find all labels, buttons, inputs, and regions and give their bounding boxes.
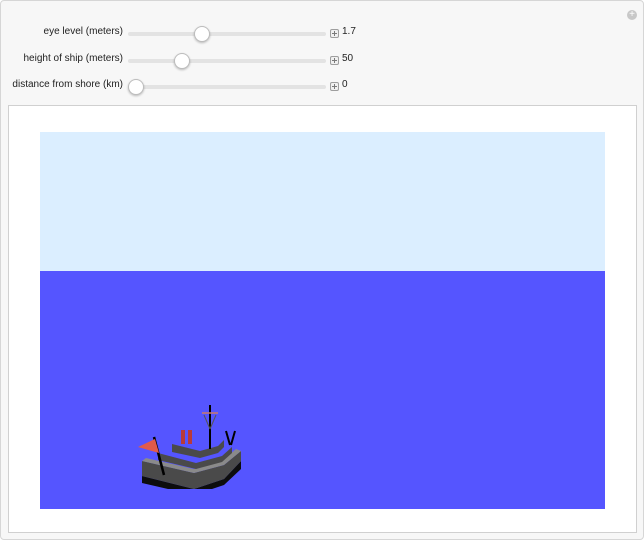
distance-slider[interactable] <box>128 77 326 97</box>
control-distance: distance from shore (km) 0 <box>1 77 401 97</box>
slider-thumb[interactable] <box>193 26 210 42</box>
ship-height-value: 50 <box>342 53 354 64</box>
control-eye-level: eye level (meters) 1.7 <box>1 24 401 44</box>
demonstration-panel: + eye level (meters) 1.7 height of ship … <box>0 0 644 540</box>
eye-level-value: 1.7 <box>342 26 356 37</box>
eye-level-slider[interactable] <box>128 24 326 44</box>
expand-plus-icon[interactable] <box>330 56 339 65</box>
slider-track <box>128 85 326 89</box>
ship-height-label: height of ship (meters) <box>23 53 124 64</box>
expand-plus-icon[interactable] <box>330 29 339 38</box>
ship-tier-upper <box>172 440 224 458</box>
slider-thumb[interactable] <box>128 79 144 95</box>
distance-label: distance from shore (km) <box>12 79 123 90</box>
funnel <box>188 430 192 444</box>
scene-view <box>8 105 637 533</box>
distance-value: 0 <box>342 79 348 90</box>
ship-icon <box>138 405 241 489</box>
ship-pole <box>230 430 236 446</box>
scene-canvas <box>40 132 605 509</box>
sea <box>40 271 605 509</box>
slider-track <box>128 32 326 36</box>
slider-track <box>128 59 326 63</box>
expand-plus-icon[interactable] <box>330 82 339 91</box>
eye-level-label: eye level (meters) <box>43 26 123 37</box>
plus-circle-icon[interactable]: + <box>627 10 637 20</box>
ship-height-slider[interactable] <box>128 51 326 71</box>
slider-thumb[interactable] <box>173 53 190 69</box>
funnel <box>181 430 185 444</box>
control-ship-height: height of ship (meters) 50 <box>1 51 401 71</box>
ship-pole <box>225 430 231 446</box>
sky <box>40 132 605 271</box>
